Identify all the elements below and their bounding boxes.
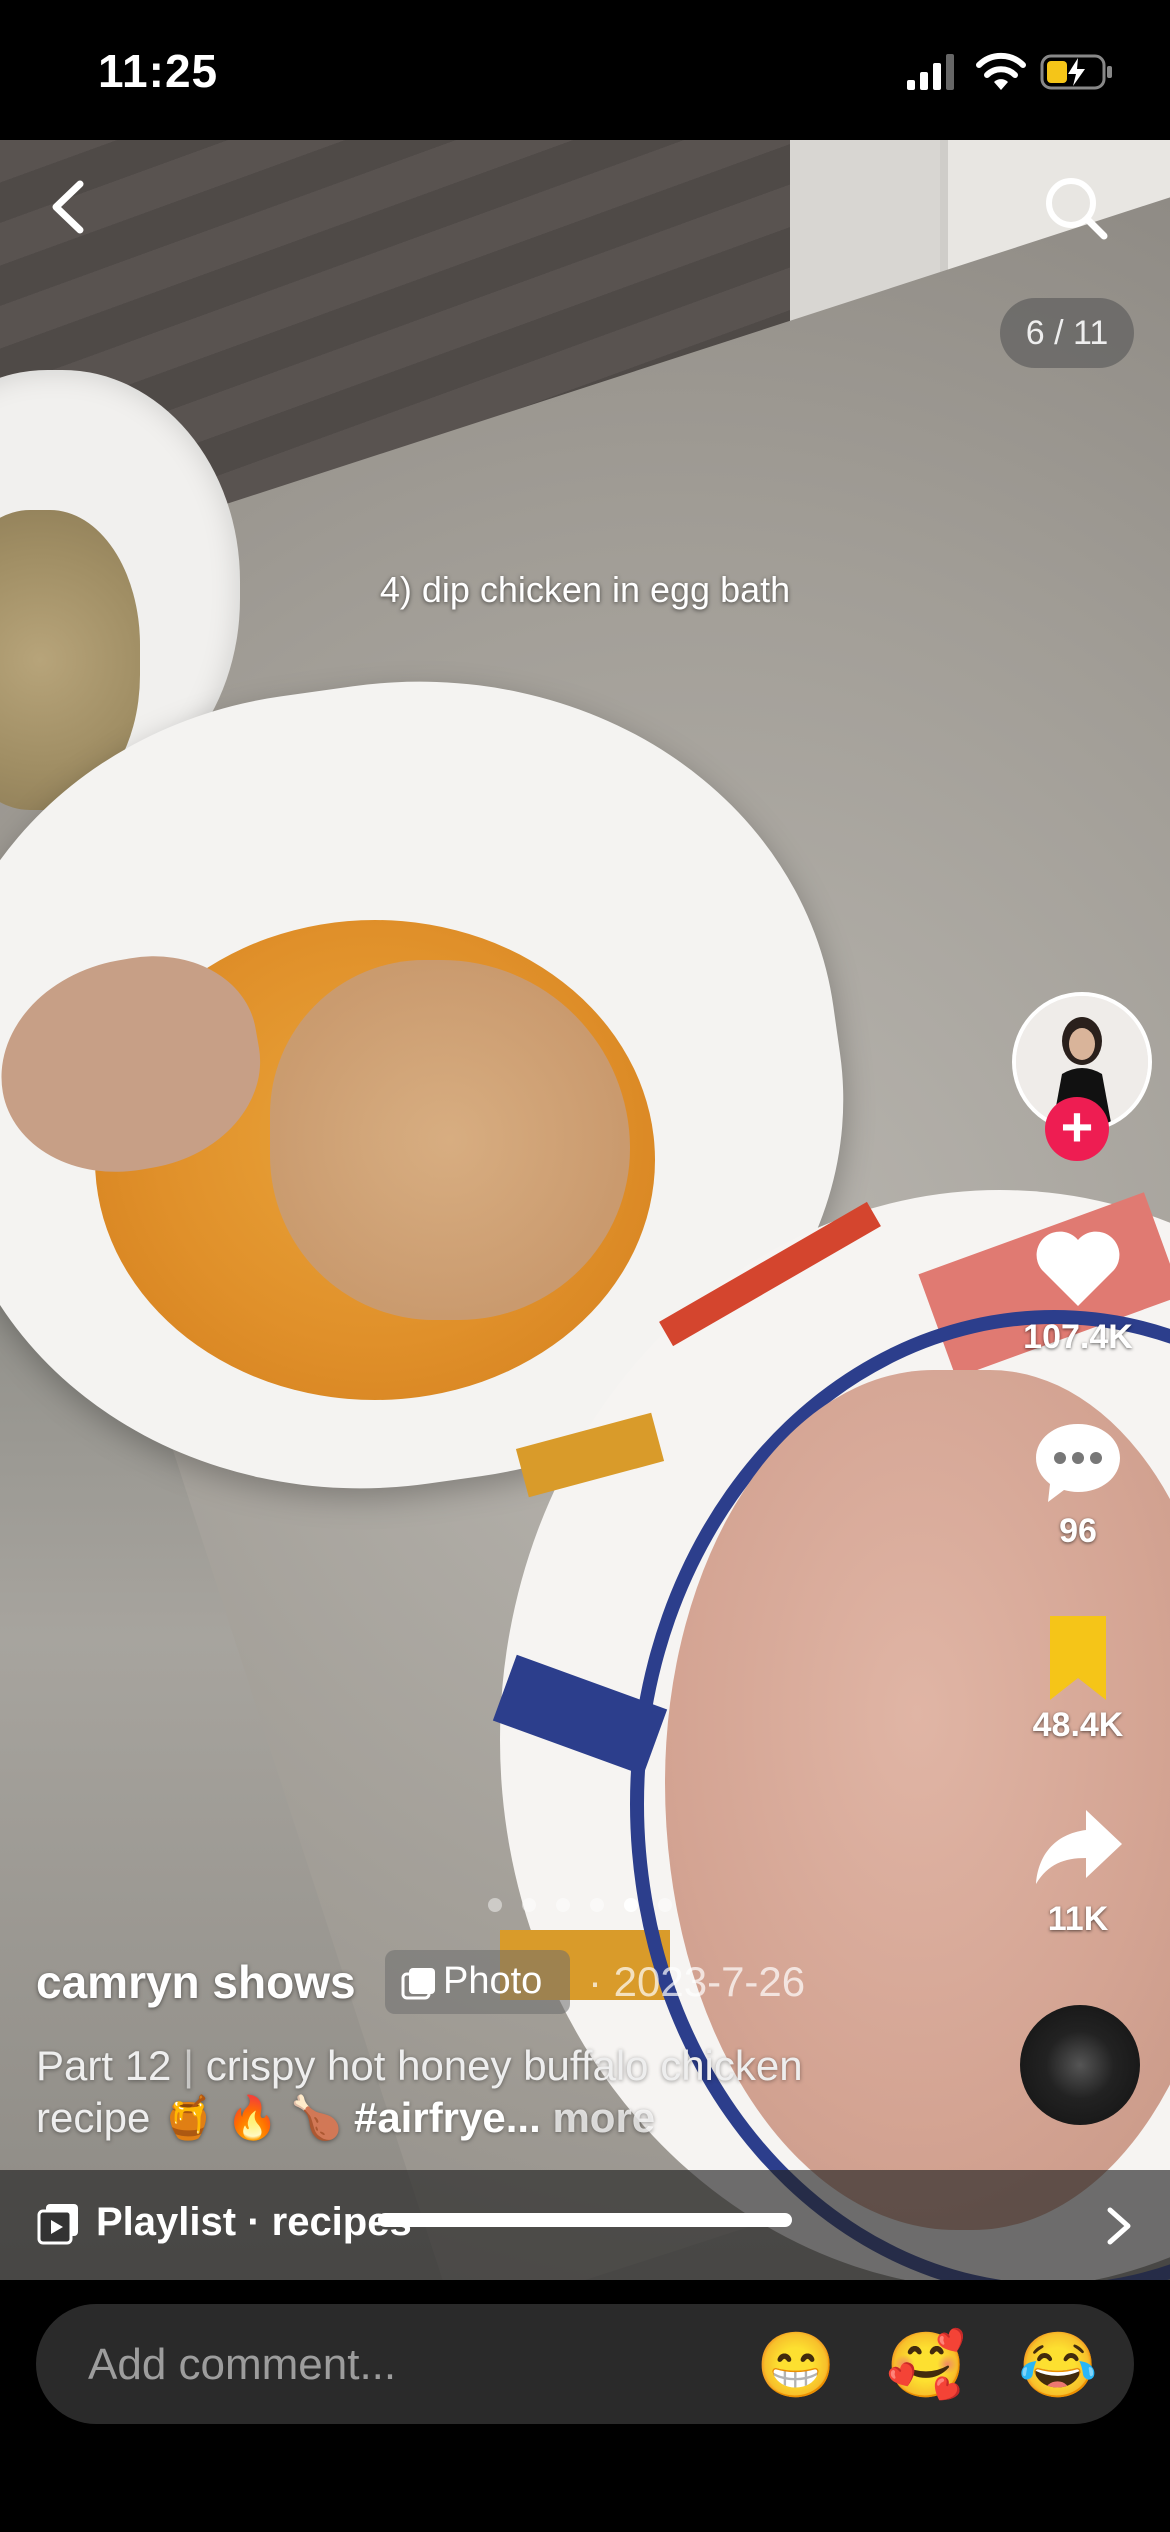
home-indicator [378, 2213, 792, 2227]
carousel-dot [590, 1898, 604, 1912]
part-separator: | [183, 2042, 195, 2089]
heart-icon[interactable] [1028, 1218, 1128, 1318]
status-time: 11:25 [98, 45, 219, 97]
carousel-dot [522, 1898, 536, 1912]
battery-charging-icon [1040, 54, 1112, 90]
slide-counter: 6 / 11 [1000, 298, 1134, 368]
carousel-dot [556, 1898, 570, 1912]
playlist-label: Playlist · recipes [96, 2200, 412, 2244]
comment-placeholder: Add comment... [88, 2340, 397, 2389]
author-name[interactable]: camryn shows [36, 1955, 356, 2009]
carousel-dot [658, 1898, 672, 1912]
share-arrow-icon[interactable] [1028, 1800, 1128, 1900]
hashtag-link[interactable]: #airfrye... [354, 2094, 541, 2141]
emoji-laugh-button[interactable]: 😂 [1018, 2330, 1098, 2400]
status-bar: 11:25 [0, 0, 1170, 140]
share-count: 11K [1047, 1900, 1109, 1938]
comment-count: 96 [1059, 1512, 1097, 1550]
photo-icon [401, 1968, 435, 2000]
emoji-hearts-button[interactable]: 🥰 [886, 2330, 966, 2400]
carousel-dot-active [624, 1898, 638, 1912]
chevron-left-icon[interactable] [40, 172, 100, 242]
save-count: 48.4K [1032, 1706, 1124, 1744]
carousel-dot [488, 1898, 502, 1912]
bottom-bar: Add comment... 😁 🥰 😂 [0, 2280, 1170, 2532]
bookmark-icon[interactable] [1028, 1608, 1128, 1708]
post-description[interactable]: Part 12 | crispy hot honey buffalo chick… [36, 2040, 906, 2144]
more-link[interactable]: more [552, 2094, 655, 2141]
cellular-signal-icon [907, 54, 954, 90]
emoji-grin-button[interactable]: 😁 [756, 2330, 836, 2400]
follow-plus-button[interactable]: + [1045, 1097, 1109, 1161]
photo-type-badge: Photo [385, 1950, 570, 2014]
like-count: 107.4K [1023, 1318, 1133, 1356]
post-date: · 2023-7-26 [588, 1958, 806, 2005]
photo-caption: 4) dip chicken in egg bath [379, 569, 791, 610]
chevron-right-icon [1107, 2207, 1131, 2245]
speech-bubble-icon[interactable] [1028, 1412, 1128, 1512]
comment-input[interactable]: Add comment... 😁 🥰 😂 [36, 2304, 1134, 2424]
search-icon[interactable] [1040, 172, 1112, 244]
playlist-icon [37, 2204, 78, 2245]
wifi-icon [976, 52, 1026, 90]
photo-type-label: Photo [443, 1960, 543, 2002]
carousel-dots [488, 1898, 688, 1914]
music-disc-button[interactable] [1020, 2005, 1140, 2125]
part-label: Part 12 [36, 2042, 172, 2089]
